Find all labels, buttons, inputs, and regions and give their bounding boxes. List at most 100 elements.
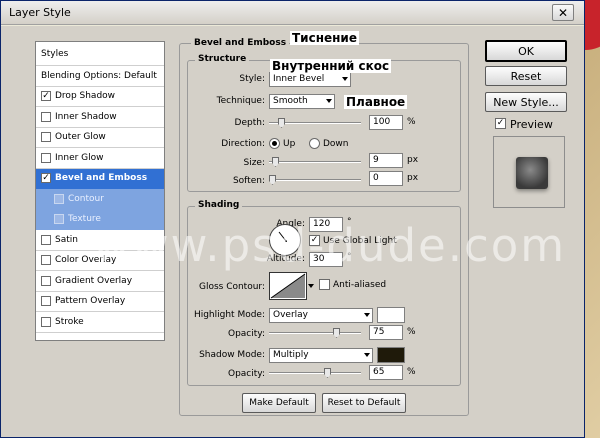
- size-input[interactable]: 9: [369, 153, 403, 168]
- slider-track: [269, 161, 361, 163]
- shadow-color-swatch[interactable]: [377, 347, 405, 363]
- styles-header-label: Styles: [41, 48, 69, 59]
- angle-dial[interactable]: [269, 224, 301, 256]
- highlight-mode-label: Highlight Mode:: [193, 310, 265, 320]
- styles-item-inner-glow[interactable]: Inner Glow: [36, 148, 164, 169]
- styles-item-outer-glow[interactable]: Outer Glow: [36, 128, 164, 148]
- styles-item-gradient-overlay[interactable]: Gradient Overlay: [36, 271, 164, 292]
- styles-item-blending-options-default[interactable]: Blending Options: Default: [36, 66, 164, 87]
- technique-value: Smooth: [273, 96, 308, 106]
- check-icon: ✓: [42, 172, 50, 183]
- styles-item-drop-shadow[interactable]: ✓ Drop Shadow: [36, 87, 164, 107]
- styles-item-label: Outer Glow: [55, 132, 106, 143]
- styles-header[interactable]: Styles: [36, 42, 164, 66]
- styles-item-satin[interactable]: Satin: [36, 230, 164, 251]
- highlight-opacity-unit: %: [407, 327, 416, 337]
- styles-item-checkbox[interactable]: [41, 255, 51, 266]
- soften-slider[interactable]: [269, 175, 361, 185]
- styles-item-checkbox[interactable]: [41, 296, 51, 307]
- shadow-opacity-slider[interactable]: [269, 368, 361, 378]
- global-light-label: Use Global Light: [323, 236, 397, 246]
- check-icon: ✓: [496, 118, 505, 128]
- preview-checkbox[interactable]: ✓: [495, 118, 506, 129]
- shadow-opacity-input[interactable]: 65: [369, 365, 403, 380]
- new-style-button[interactable]: New Style...: [485, 92, 567, 112]
- direction-up-label: Up: [283, 139, 296, 149]
- soften-label: Soften:: [232, 176, 265, 186]
- styles-item-checkbox[interactable]: [41, 152, 51, 163]
- direction-label: Direction:: [221, 139, 265, 149]
- angle-indicator-icon: [278, 231, 287, 242]
- close-button[interactable]: ✕: [552, 4, 574, 21]
- depth-label: Depth:: [234, 118, 265, 128]
- technique-label: Technique:: [216, 96, 265, 106]
- styles-item-color-overlay[interactable]: Color Overlay: [36, 251, 164, 271]
- styles-item-label: Satin: [55, 234, 78, 245]
- altitude-unit: °: [347, 252, 352, 262]
- angle-input[interactable]: 120: [309, 217, 343, 232]
- slider-thumb[interactable]: [272, 157, 279, 167]
- ok-button[interactable]: OK: [485, 40, 567, 62]
- window-title: Layer Style: [9, 6, 71, 19]
- size-slider[interactable]: [269, 157, 361, 167]
- slider-thumb[interactable]: [269, 175, 276, 185]
- style-label: Style:: [239, 74, 265, 84]
- depth-input[interactable]: 100: [369, 115, 403, 130]
- altitude-input[interactable]: 30: [309, 252, 343, 267]
- styles-item-checkbox[interactable]: [41, 132, 51, 143]
- styles-item-texture[interactable]: Texture: [36, 209, 164, 230]
- shadow-opacity-unit: %: [407, 367, 416, 377]
- highlight-opacity-label: Opacity:: [228, 329, 265, 339]
- styles-item-checkbox[interactable]: [54, 214, 64, 225]
- anti-aliased-checkbox[interactable]: [319, 279, 330, 290]
- technique-select[interactable]: Smooth: [269, 94, 335, 109]
- check-icon: ✓: [310, 235, 319, 245]
- styles-item-bevel-and-emboss[interactable]: ✓ Bevel and Emboss: [36, 168, 164, 189]
- depth-slider[interactable]: [269, 118, 361, 128]
- soften-input[interactable]: 0: [369, 171, 403, 186]
- style-select[interactable]: Inner Bevel: [269, 72, 351, 87]
- global-light-checkbox[interactable]: ✓: [309, 235, 320, 246]
- gloss-contour-preview[interactable]: [269, 272, 307, 300]
- slider-thumb[interactable]: [324, 368, 331, 378]
- styles-item-checkbox[interactable]: [54, 193, 64, 204]
- styles-item-inner-shadow[interactable]: Inner Shadow: [36, 107, 164, 128]
- gloss-contour-label: Gloss Contour:: [198, 282, 265, 292]
- chevron-down-icon: [364, 353, 370, 357]
- styles-item-pattern-overlay[interactable]: Pattern Overlay: [36, 292, 164, 312]
- highlight-opacity-input[interactable]: 75: [369, 325, 403, 340]
- styles-item-label: Color Overlay: [55, 255, 117, 266]
- altitude-label: Altitude:: [266, 254, 305, 264]
- styles-item-checkbox[interactable]: [41, 275, 51, 286]
- styles-item-checkbox[interactable]: ✓: [41, 172, 51, 184]
- reset-to-default-button[interactable]: Reset to Default: [322, 393, 406, 413]
- shadow-opacity-label: Opacity:: [228, 369, 265, 379]
- styles-item-label: Inner Shadow: [55, 111, 117, 122]
- styles-item-checkbox[interactable]: [41, 111, 51, 122]
- styles-item-contour[interactable]: Contour: [36, 189, 164, 210]
- check-icon: ✓: [42, 90, 50, 101]
- make-default-button[interactable]: Make Default: [242, 393, 316, 413]
- annotation-inner-bevel: Внутренний скос: [270, 59, 392, 73]
- styles-item-label: Blending Options: Default: [41, 70, 157, 81]
- styles-item-checkbox[interactable]: [41, 234, 51, 245]
- direction-down-radio[interactable]: [309, 138, 320, 149]
- direction-down-label: Down: [323, 139, 349, 149]
- slider-thumb[interactable]: [278, 118, 285, 128]
- styles-item-checkbox[interactable]: ✓: [41, 90, 51, 102]
- styles-item-checkbox[interactable]: [41, 316, 51, 327]
- highlight-mode-select[interactable]: Overlay: [269, 308, 373, 323]
- shadow-mode-select[interactable]: Multiply: [269, 348, 373, 363]
- chevron-down-icon: [342, 77, 348, 81]
- highlight-opacity-slider[interactable]: [269, 328, 361, 338]
- reset-button[interactable]: Reset: [485, 66, 567, 86]
- structure-title: Structure: [195, 54, 250, 64]
- anti-aliased-label: Anti-aliased: [333, 280, 387, 290]
- gloss-contour-dropdown[interactable]: [307, 272, 315, 300]
- direction-up-radio[interactable]: [269, 138, 280, 149]
- title-bar: Layer Style ✕: [1, 1, 584, 25]
- slider-thumb[interactable]: [333, 328, 340, 338]
- styles-item-stroke[interactable]: Stroke: [36, 312, 164, 333]
- highlight-color-swatch[interactable]: [377, 307, 405, 323]
- styles-item-label: Inner Glow: [55, 152, 104, 163]
